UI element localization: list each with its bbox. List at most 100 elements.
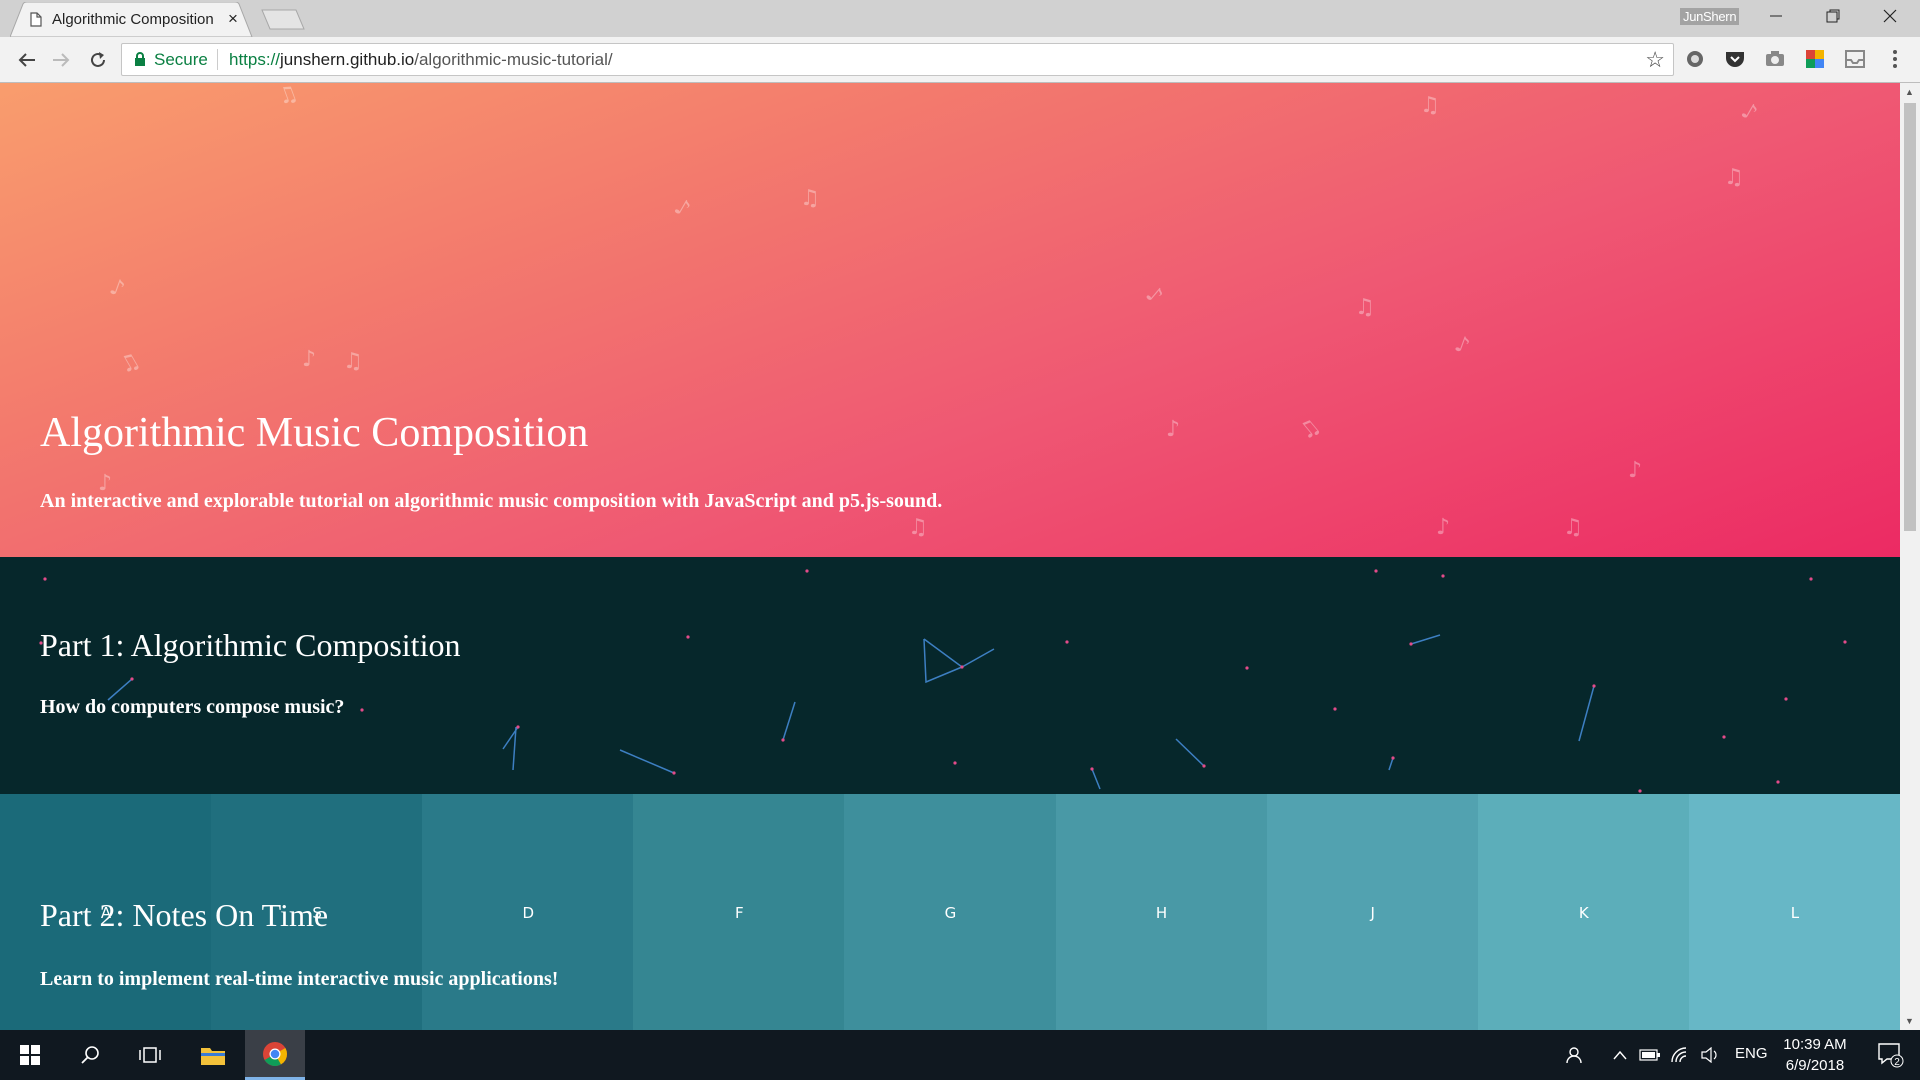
key-column[interactable]: D	[422, 794, 635, 1030]
key-label: D	[522, 904, 534, 922]
music-note-icon: ♪	[669, 194, 695, 223]
music-note-icon: ♪	[1140, 281, 1168, 310]
music-note-icon: ♪	[106, 274, 128, 303]
part2-subtitle: Learn to implement real-time interactive…	[40, 968, 559, 990]
part1-section[interactable]: Part 1: Algorithmic Composition How do c…	[0, 557, 1900, 794]
music-note-icon: ♪	[1736, 98, 1762, 127]
tab-close-icon[interactable]: ×	[228, 9, 238, 29]
key-column[interactable]: J	[1266, 794, 1479, 1030]
search-button[interactable]	[60, 1030, 120, 1080]
hero-title: Algorithmic Music Composition	[40, 410, 589, 456]
close-window-button[interactable]	[1862, 0, 1918, 32]
input-language[interactable]: ENG	[1735, 1045, 1768, 1062]
file-explorer-button[interactable]	[185, 1030, 241, 1080]
camera-icon[interactable]	[1764, 48, 1786, 70]
battery-icon	[1639, 1049, 1660, 1061]
profile-name[interactable]: JunShern	[1680, 8, 1740, 25]
scroll-down-icon[interactable]: ▼	[1905, 1016, 1914, 1026]
music-note-icon: ♫	[1294, 413, 1326, 446]
inbox-icon[interactable]	[1844, 48, 1866, 70]
key-column[interactable]: H	[1055, 794, 1268, 1030]
clock-time: 10:39 AM	[1783, 1036, 1847, 1053]
music-note-icon: ♪	[302, 347, 317, 372]
key-label: G	[944, 904, 957, 922]
constellation-animation	[39, 569, 1847, 793]
page-icon	[30, 12, 42, 27]
task-view-button[interactable]	[120, 1030, 180, 1080]
back-arrow-icon	[18, 53, 35, 67]
part1-title: Part 1: Algorithmic Composition	[40, 627, 461, 663]
clock[interactable]: 10:39 AM 6/9/2018	[1770, 1034, 1860, 1076]
part2-title: Part 2: Notes On Time	[40, 897, 329, 933]
chrome-taskbar-button[interactable]	[245, 1030, 305, 1080]
minimize-icon	[1770, 15, 1782, 17]
key-column[interactable]: G	[844, 794, 1057, 1030]
part1-subtitle: How do computers compose music?	[40, 696, 345, 718]
browser-title-bar: Algorithmic Composition × JunShern	[0, 0, 1920, 37]
key-column[interactable]: K	[1477, 794, 1690, 1030]
battery-button[interactable]	[1635, 1030, 1665, 1080]
bookmark-star-icon[interactable]: ☆	[1645, 47, 1665, 73]
windows-logo-icon	[20, 1045, 40, 1065]
menu-kebab-icon[interactable]	[1884, 48, 1906, 70]
wifi-icon	[1671, 1047, 1687, 1063]
volume-button[interactable]	[1695, 1030, 1725, 1080]
windows-taskbar: ENG 10:39 AM 6/9/2018 2	[0, 1030, 1920, 1080]
wifi-button[interactable]	[1665, 1030, 1695, 1080]
music-note-icon: ♪	[1436, 515, 1451, 540]
address-separator	[217, 49, 218, 70]
chrome-extension-icon[interactable]	[1804, 48, 1826, 70]
notification-count: 2	[1894, 1057, 1900, 1068]
hero-section[interactable]: ♫ ♪ ♫ ♪ ♫ ♪ ♫ ♪ ♫ ♪ ♫ ♪ ♫ ♪ ♫ ♪ ♫ ♪ ♫ ♪ …	[0, 83, 1900, 557]
clock-date: 6/9/2018	[1785, 1057, 1845, 1074]
browser-tab[interactable]: Algorithmic Composition ×	[10, 2, 253, 37]
key-label: L	[1790, 904, 1800, 922]
music-note-icon: ♫	[800, 186, 820, 211]
music-note-icon: ♫	[274, 83, 302, 111]
music-note-icon: ♫	[1563, 515, 1583, 540]
scrollbar-thumb[interactable]	[1904, 103, 1916, 531]
back-button[interactable]	[14, 47, 40, 73]
address-bar[interactable]: Secure https://junshern.github.io/algori…	[121, 43, 1674, 76]
key-label: K	[1578, 904, 1589, 922]
notification-icon: 2	[1878, 1043, 1904, 1068]
page-scrollbar[interactable]: ▲ ▼	[1900, 83, 1920, 1030]
music-note-icon: ♫	[115, 347, 145, 380]
folder-icon	[201, 1048, 225, 1065]
action-center-button[interactable]: 2	[1862, 1030, 1920, 1080]
new-tab-button[interactable]	[260, 8, 306, 30]
music-note-icon: ♪	[1166, 417, 1181, 442]
extension-globe-icon[interactable]	[1684, 48, 1706, 70]
close-icon	[1883, 9, 1897, 23]
minimize-button[interactable]	[1748, 0, 1804, 32]
pocket-icon[interactable]	[1724, 48, 1746, 70]
key-column[interactable]: L	[1688, 794, 1900, 1030]
music-note-icon: ♫	[1420, 93, 1440, 118]
url-path: /algorithmic-music-tutorial/	[414, 50, 613, 69]
restore-icon	[1826, 9, 1840, 23]
chrome-icon	[263, 1041, 287, 1066]
hero-subtitle: An interactive and explorable tutorial o…	[40, 490, 943, 512]
url-text: https://junshern.github.io/algorithmic-m…	[229, 50, 613, 70]
web-page: ♫ ♪ ♫ ♪ ♫ ♪ ♫ ♪ ♫ ♪ ♫ ♪ ♫ ♪ ♫ ♪ ♫ ♪ ♫ ♪ …	[0, 83, 1900, 1030]
tray-overflow-button[interactable]	[1605, 1030, 1635, 1080]
restore-button[interactable]	[1805, 0, 1861, 32]
key-column[interactable]: F	[633, 794, 846, 1030]
part2-section[interactable]: ASDFGHJKL Part 2: Notes On Time Learn to…	[0, 794, 1900, 1030]
forward-button[interactable]	[48, 47, 74, 73]
lock-icon	[135, 52, 145, 66]
reload-icon	[91, 52, 105, 67]
task-view-icon	[139, 1047, 161, 1063]
forward-arrow-icon	[53, 53, 70, 67]
music-note-icon: ♫	[908, 515, 928, 540]
secure-label: Secure	[154, 50, 208, 69]
reload-button[interactable]	[85, 47, 111, 73]
volume-icon	[1701, 1047, 1717, 1063]
key-label: J	[1370, 904, 1375, 922]
music-note-icon: ♫	[1724, 165, 1744, 190]
people-button[interactable]	[1560, 1030, 1590, 1080]
key-label: F	[735, 904, 744, 922]
tab-title: Algorithmic Composition	[52, 11, 214, 28]
start-button[interactable]	[0, 1030, 60, 1080]
scroll-up-icon[interactable]: ▲	[1905, 87, 1914, 97]
